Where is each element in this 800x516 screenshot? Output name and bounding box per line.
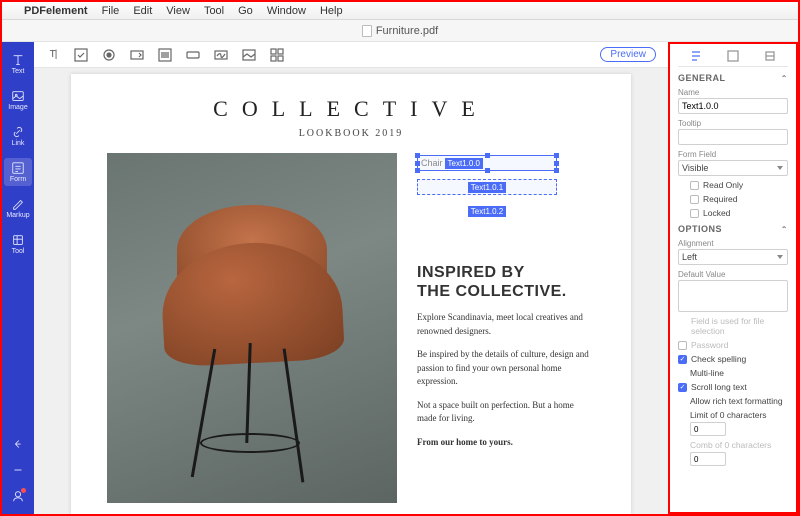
checkbox-limit[interactable]: Limit of 0 characters (690, 410, 788, 420)
sidebar-item-form[interactable]: Form (4, 158, 32, 186)
form-icon (11, 161, 25, 175)
image-field-tool[interactable] (242, 48, 256, 62)
titlebar: Furniture.pdf (2, 20, 798, 42)
checkbox-scroll[interactable]: Scroll long text (678, 382, 788, 392)
pdf-page[interactable]: COLLECTIVE LOOKBOOK 2019 Chair Text1.0.0 (71, 74, 631, 514)
document-title: Furniture.pdf (376, 25, 438, 37)
select-formfield[interactable]: Visible (678, 160, 788, 176)
checkbox-file-selection[interactable]: Field is used for file selection (678, 316, 788, 336)
menu-edit[interactable]: Edit (133, 5, 152, 17)
document-icon (362, 25, 372, 37)
page-subheading: LOOKBOOK 2019 (107, 128, 595, 139)
user-icon[interactable] (11, 489, 25, 506)
menu-file[interactable]: File (102, 5, 120, 17)
preview-button[interactable]: Preview (600, 47, 656, 62)
tool-icon (11, 233, 25, 247)
menu-help[interactable]: Help (320, 5, 343, 17)
checkbox-readonly[interactable]: Read Only (690, 180, 788, 190)
label-name: Name (678, 88, 788, 97)
sidebar-label: Form (10, 176, 26, 183)
sidebar-item-link[interactable]: Link (4, 122, 32, 150)
sidebar-label: Text (12, 68, 25, 75)
label-tooltip: Tooltip (678, 119, 788, 128)
panel-tabs (678, 50, 788, 67)
menu-go[interactable]: Go (238, 5, 253, 17)
tab-appearance-icon[interactable] (727, 50, 739, 62)
sidebar-item-image[interactable]: Image (4, 86, 32, 114)
field-tag: Text1.0.2 (468, 206, 506, 217)
section-options[interactable]: OPTIONS⌃ (678, 224, 788, 234)
minimize-icon[interactable] (11, 463, 25, 477)
sidebar-label: Link (12, 140, 25, 147)
sidebar-label: Image (8, 104, 27, 111)
markup-icon (11, 197, 25, 211)
form-fields-area: Chair Text1.0.0 Text1.0.1 Text1.0.2 (417, 155, 595, 245)
checkbox-richtext[interactable]: Allow rich text formatting (690, 396, 788, 406)
chevron-up-icon: ⌃ (781, 74, 788, 83)
notification-dot (21, 488, 26, 493)
section-general[interactable]: GENERAL⌃ (678, 73, 788, 83)
checkbox-comb[interactable]: Comb of 0 characters (690, 440, 788, 450)
checkbox-password[interactable]: Password (678, 340, 788, 350)
textarea-default[interactable] (678, 280, 788, 312)
text-icon (11, 53, 25, 67)
form-field-text1.0.1[interactable]: Text1.0.1 (417, 179, 557, 195)
form-toolbar: T| Preview (34, 42, 668, 68)
tab-actions-icon[interactable] (764, 50, 776, 62)
label-formfield: Form Field (678, 150, 788, 159)
chevron-up-icon: ⌃ (781, 225, 788, 234)
tab-general-icon[interactable] (690, 50, 702, 62)
checkbox-spelling[interactable]: Check spelling (678, 354, 788, 364)
input-tooltip[interactable] (678, 129, 788, 145)
body-paragraph: From our home to yours. (417, 436, 595, 450)
input-limit[interactable] (690, 422, 726, 436)
checkbox-tool[interactable] (74, 48, 88, 62)
recognize-tool[interactable] (270, 48, 284, 62)
checkbox-multiline[interactable]: Multi-line (690, 368, 788, 378)
sidebar-label: Markup (6, 212, 29, 219)
menu-tool[interactable]: Tool (204, 5, 224, 17)
checkbox-required[interactable]: Required (690, 194, 788, 204)
app-menu[interactable]: PDFelement (24, 5, 88, 17)
select-alignment[interactable]: Left (678, 249, 788, 265)
sidebar-item-text[interactable]: Text (4, 50, 32, 78)
list-tool[interactable] (158, 48, 172, 62)
signature-tool[interactable] (214, 48, 228, 62)
body-paragraph: Explore Scandinavia, meet local creative… (417, 311, 595, 338)
input-comb[interactable] (690, 452, 726, 466)
properties-panel: GENERAL⌃ Name Tooltip Form Field Visible… (668, 42, 798, 514)
sidebar-item-tool[interactable]: Tool (4, 230, 32, 258)
input-name[interactable] (678, 98, 788, 114)
field-placeholder: Chair (421, 158, 443, 168)
form-field-text1.0.0[interactable]: Chair Text1.0.0 (417, 155, 557, 171)
image-icon (11, 89, 25, 103)
menu-view[interactable]: View (166, 5, 190, 17)
menu-window[interactable]: Window (267, 5, 306, 17)
sidebar-item-markup[interactable]: Markup (4, 194, 32, 222)
field-tag: Text1.0.0 (445, 158, 483, 169)
radio-tool[interactable] (102, 48, 116, 62)
left-sidebar: Text Image Link Form Markup Tool (2, 42, 34, 514)
text-field-tool[interactable]: T| (46, 48, 60, 62)
label-default: Default Value (678, 270, 788, 279)
sidebar-label: Tool (12, 248, 25, 255)
macos-menubar: PDFelement File Edit View Tool Go Window… (2, 2, 798, 20)
body-paragraph: Be inspired by the details of culture, d… (417, 348, 595, 389)
copy-headline: INSPIRED BYTHE COLLECTIVE. (417, 263, 595, 301)
document-area: COLLECTIVE LOOKBOOK 2019 Chair Text1.0.0 (34, 68, 668, 514)
page-heading: COLLECTIVE (107, 96, 595, 122)
checkbox-locked[interactable]: Locked (690, 208, 788, 218)
combo-tool[interactable] (130, 48, 144, 62)
button-tool[interactable] (186, 48, 200, 62)
body-paragraph: Not a space built on perfection. But a h… (417, 399, 595, 426)
form-field-text1.0.2[interactable]: Text1.0.2 (417, 203, 557, 219)
undo-icon[interactable] (11, 437, 25, 451)
label-alignment: Alignment (678, 239, 788, 248)
field-tag: Text1.0.1 (468, 182, 506, 193)
product-photo (107, 153, 397, 503)
link-icon (11, 125, 25, 139)
